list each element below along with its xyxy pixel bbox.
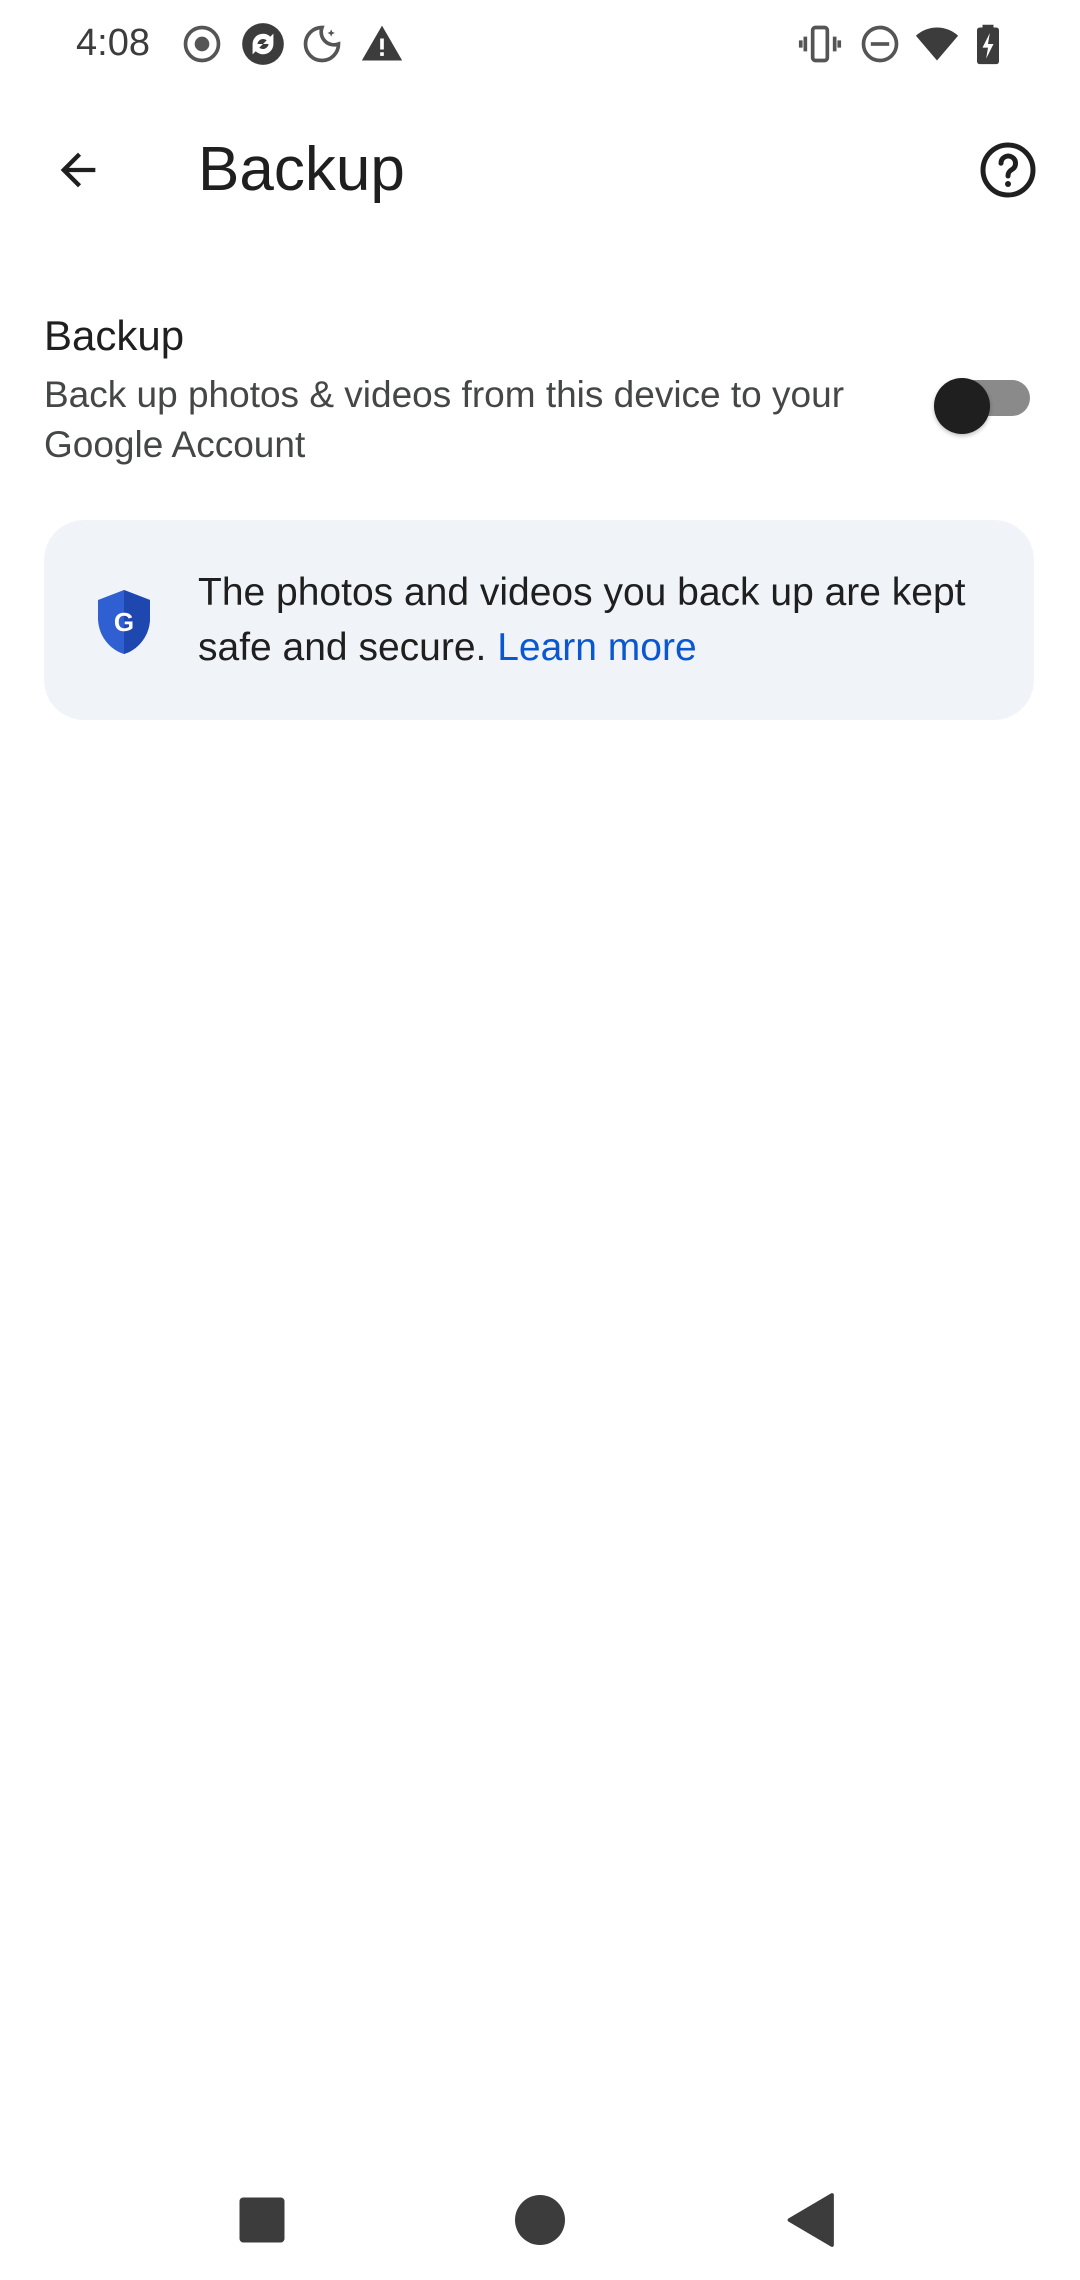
backup-setting-title: Backup	[44, 312, 185, 359]
status-bar: 4:08	[0, 0, 1080, 90]
status-time: 4:08	[76, 22, 150, 64]
sync-icon	[238, 19, 288, 69]
home-circle-icon	[515, 2195, 565, 2245]
backup-toggle[interactable]	[920, 362, 1030, 434]
security-info-text: The photos and videos you back up are ke…	[198, 565, 998, 675]
battery-charging-icon	[966, 22, 1010, 66]
warning-icon	[360, 22, 404, 66]
back-button[interactable]	[40, 132, 116, 208]
vibrate-icon	[798, 22, 842, 66]
nav-back-button[interactable]	[782, 2190, 842, 2250]
backup-setting-description: Back up photos & videos from this device…	[44, 374, 845, 465]
arrow-back-icon	[60, 152, 96, 188]
recents-button[interactable]	[232, 2190, 292, 2250]
record-icon	[180, 22, 224, 66]
app-bar: Backup	[0, 110, 1080, 230]
page-title: Backup	[198, 135, 405, 204]
recents-square-icon	[239, 2197, 285, 2243]
system-navigation-bar	[0, 2160, 1080, 2280]
backup-screen: 4:08 Backup Backup Back up photos & vide…	[0, 0, 1080, 2280]
google-shield-icon: G	[94, 588, 154, 656]
do-not-disturb-icon	[858, 22, 902, 66]
back-triangle-icon	[787, 2193, 834, 2247]
learn-more-link[interactable]: Learn more	[497, 626, 696, 669]
night-mode-icon	[300, 22, 344, 66]
help-icon	[980, 142, 1036, 198]
wifi-icon	[912, 22, 962, 66]
toggle-thumb	[934, 378, 990, 434]
security-info-card: G The photos and videos you back up are …	[44, 520, 1034, 720]
help-button[interactable]	[970, 132, 1046, 208]
home-button[interactable]	[510, 2190, 570, 2250]
backup-setting-row[interactable]: Backup Back up photos & videos from this…	[44, 300, 1036, 480]
svg-text:G: G	[114, 607, 134, 637]
